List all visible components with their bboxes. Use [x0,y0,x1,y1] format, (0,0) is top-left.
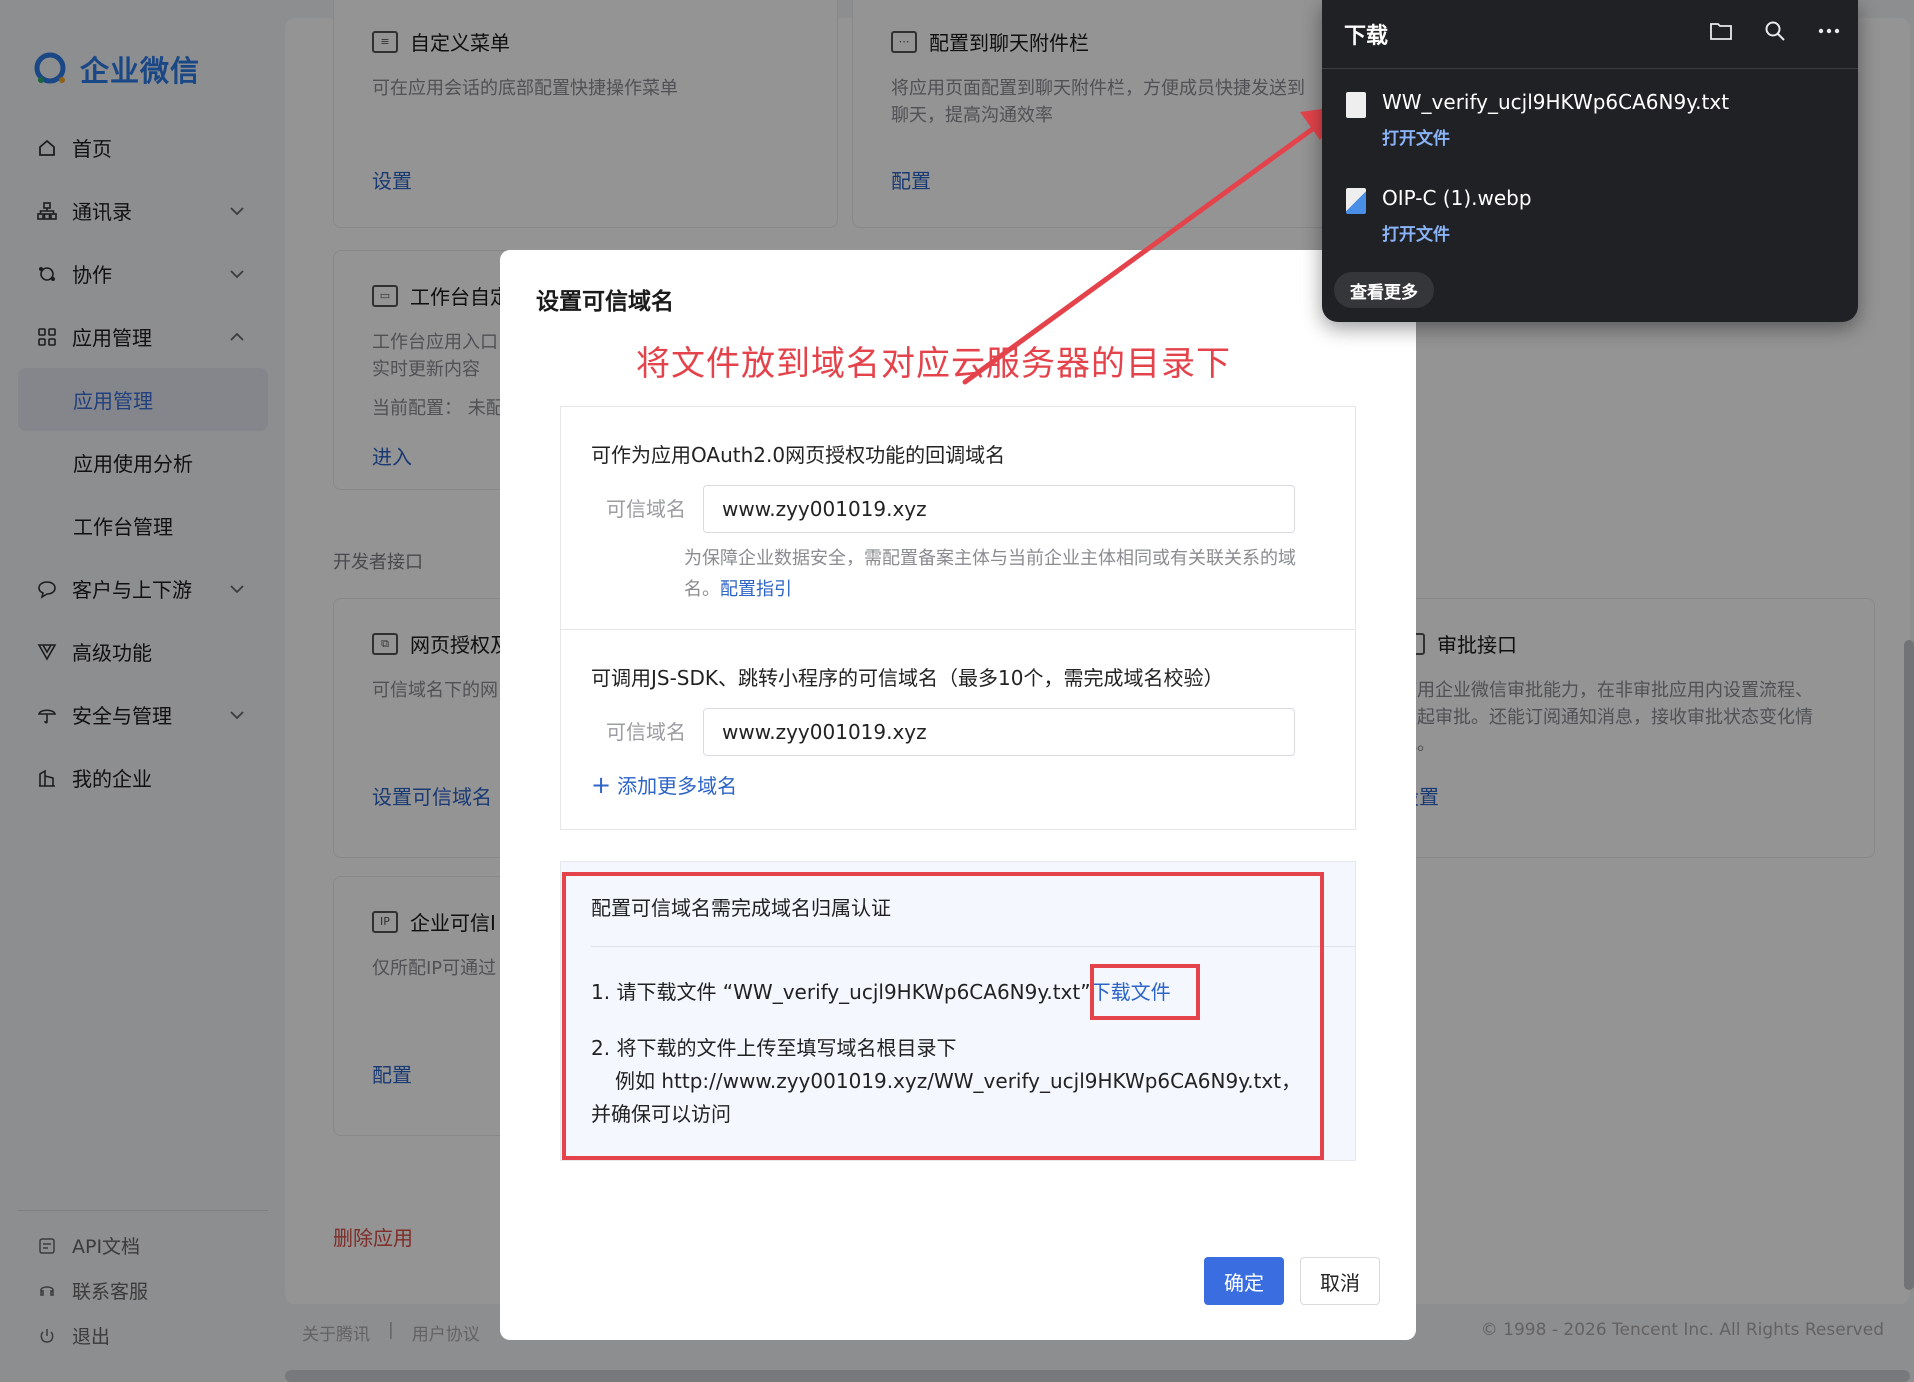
jssdk-domain-input[interactable]: www.zyy001019.xyz [703,708,1295,756]
jssdk-domain-label: 可信域名 [606,720,686,744]
annotation-box-verification [562,872,1324,1160]
download-panel-title: 下载 [1344,24,1389,49]
oauth-domain-input[interactable]: www.zyy001019.xyz [703,485,1295,533]
image-file-icon [1346,188,1366,214]
cancel-button[interactable]: 取消 [1300,1257,1380,1305]
annotation-box-download-link [1090,964,1200,1020]
oauth-domain-panel: 可作为应用OAuth2.0网页授权功能的回调域名 可信域名 www.zyy001… [560,406,1356,630]
oauth-domain-label: 可信域名 [606,497,686,521]
view-more-button[interactable]: 查看更多 [1334,272,1434,308]
annotation-caption: 将文件放到域名对应云服务器的目录下 [636,344,1231,384]
search-icon[interactable] [1762,18,1788,44]
divider [1322,68,1858,69]
download-file-name: WW_verify_ucjl9HKWp6CA6N9y.txt [1382,90,1730,114]
plus-icon: + [591,770,612,799]
download-panel-actions [1708,18,1842,44]
trusted-domain-modal: 设置可信域名 可作为应用OAuth2.0网页授权功能的回调域名 可信域名 www… [500,250,1416,1340]
open-file-link[interactable]: 打开文件 [1382,220,1450,245]
download-file-name: OIP-C (1).webp [1382,186,1532,210]
jssdk-domain-panel: 可调用JS-SDK、跳转小程序的可信域名（最多10个，需完成域名校验） 可信域名… [560,629,1356,830]
modal-title: 设置可信域名 [536,289,674,315]
oauth-heading: 可作为应用OAuth2.0网页授权功能的回调域名 [591,443,1006,467]
download-panel: 下载 WW_verify_ucjl9HKWp6CA6N9y.txt 打开文件 O… [1322,0,1858,322]
open-file-link[interactable]: 打开文件 [1382,124,1450,149]
text-file-icon [1346,92,1366,118]
more-options-icon[interactable] [1816,18,1842,44]
confirm-button[interactable]: 确定 [1204,1257,1284,1305]
add-more-domains-button[interactable]: + 添加更多域名 [591,770,737,799]
oauth-domain-hint: 为保障企业数据安全，需配置备案主体与当前企业主体相同或有关联关系的域名。配置指引 [684,548,1296,600]
jssdk-heading: 可调用JS-SDK、跳转小程序的可信域名（最多10个，需完成域名校验） [591,666,1224,690]
folder-icon[interactable] [1708,18,1734,44]
config-guide-link[interactable]: 配置指引 [720,579,792,600]
